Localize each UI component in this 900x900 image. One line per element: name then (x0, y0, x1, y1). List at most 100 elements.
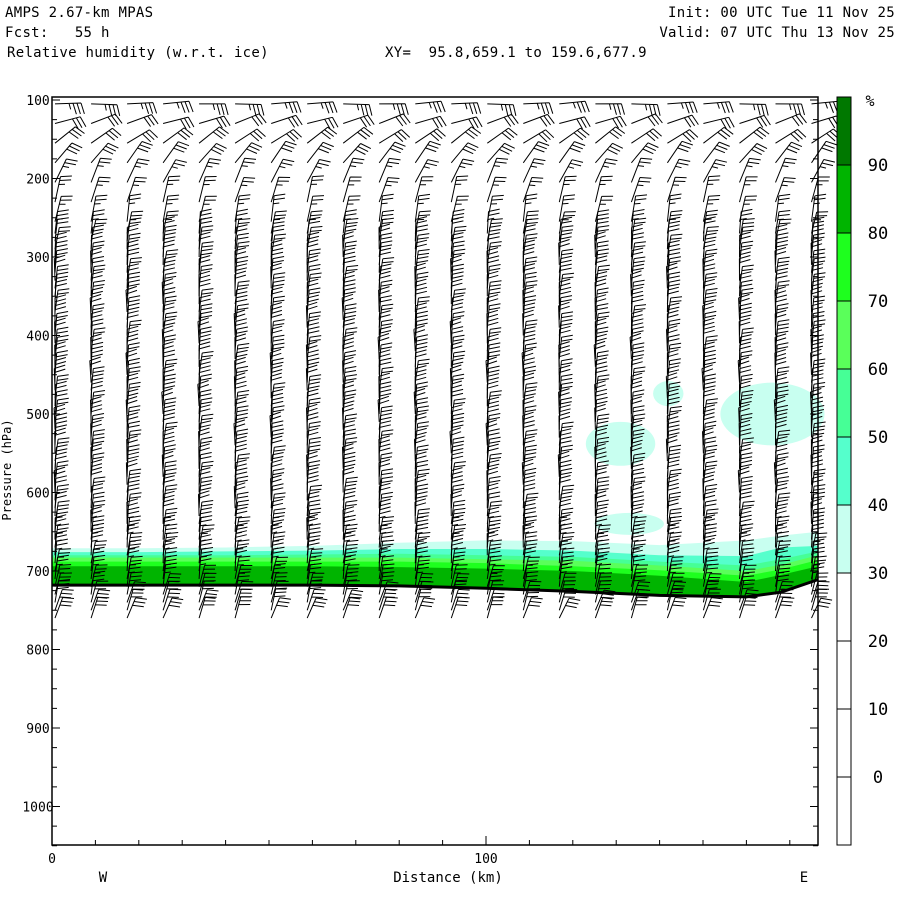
colorbar-label: 50 (868, 428, 888, 448)
wind-barb (342, 596, 362, 619)
wind-barb (234, 194, 251, 222)
wind-barb (306, 159, 331, 183)
wind-barb (270, 158, 295, 183)
wind-barb (630, 194, 648, 222)
colorbar-label: 30 (868, 564, 888, 584)
colorbar-label: 80 (868, 224, 888, 244)
wind-barb (198, 142, 227, 164)
y-axis-label: Pressure (hPa) (0, 419, 14, 520)
wind-barb (775, 141, 803, 164)
wind-barb (162, 116, 195, 130)
wind-barb (343, 114, 375, 128)
barb-column (341, 103, 375, 619)
colorbar-label: 0 (873, 768, 883, 788)
wind-barb (378, 588, 398, 611)
x-tick-label: 100 (474, 852, 497, 867)
wind-barb (271, 114, 303, 128)
wind-barb (234, 177, 256, 203)
wind-barb (54, 195, 73, 222)
y-tick-label: 1000 (22, 801, 53, 816)
wind-barb (595, 115, 627, 129)
wind-barb (739, 195, 757, 222)
wind-barb (162, 127, 194, 144)
wind-barb (631, 128, 662, 144)
wind-barb (595, 126, 626, 144)
wind-barb (414, 342, 428, 367)
wind-barb (126, 158, 150, 183)
wind-barb (523, 102, 554, 115)
wind-barb (234, 113, 267, 127)
barb-column (665, 101, 699, 619)
wind-barb (342, 157, 365, 183)
x-tick-label: 0 (48, 852, 56, 867)
wind-barb (307, 116, 339, 130)
wind-barb (306, 397, 321, 422)
colorbar-segment (836, 164, 852, 234)
wind-barb (234, 128, 266, 144)
wind-barb (559, 127, 590, 144)
wind-barb (162, 175, 181, 203)
wind-barb (90, 194, 108, 222)
wind-barb (162, 159, 187, 183)
wind-barb (90, 596, 110, 619)
wind-barb (90, 390, 106, 415)
wind-barb (667, 114, 699, 128)
colorbar-segment (836, 708, 852, 778)
wind-barb (739, 596, 758, 619)
wind-barb (559, 100, 590, 113)
colorbar-label: 70 (868, 292, 888, 312)
wind-barb (307, 101, 338, 114)
wind-barb (54, 116, 87, 129)
wind-barb (90, 491, 105, 517)
wind-barb (342, 589, 364, 611)
wind-barb (739, 126, 770, 144)
y-tick-label: 900 (26, 722, 49, 737)
wind-barb (487, 103, 517, 117)
wind-barb (522, 193, 538, 222)
colorbar-segment (836, 232, 852, 302)
colorbar-segment (836, 504, 852, 574)
barb-column (377, 103, 411, 619)
y-tick-label: 300 (26, 251, 49, 266)
wind-barb (558, 404, 571, 430)
barb-column (557, 100, 591, 619)
wind-barb (234, 142, 263, 164)
wind-barb (666, 597, 687, 619)
wind-barb (54, 589, 74, 611)
wind-barb (594, 175, 613, 203)
wind-barb (198, 596, 217, 619)
wind-barb (54, 102, 85, 115)
wind-barb (415, 100, 446, 113)
colorbar-segment (836, 640, 852, 710)
wind-barb (378, 141, 406, 164)
barb-column (53, 102, 87, 619)
wind-barb (415, 115, 447, 129)
barb-column (269, 101, 303, 619)
wind-barb (54, 175, 72, 203)
wind-barb (630, 177, 652, 203)
y-tick-label: 600 (26, 487, 49, 502)
wind-barb (486, 142, 515, 164)
wind-barb (126, 114, 159, 127)
colorbar: 0 10 20 30 40 50 60 70 80 90% (836, 92, 888, 846)
wind-barb (451, 102, 482, 115)
east-label: E (800, 870, 808, 886)
wind-barb (54, 597, 75, 619)
wind-barb (198, 176, 217, 203)
y-tick-label: 400 (26, 330, 49, 345)
wind-barb (378, 429, 394, 454)
wind-barb (342, 176, 362, 203)
wind-barbs (53, 100, 843, 619)
colorbar-unit: % (865, 92, 874, 110)
wind-barb (342, 143, 372, 164)
colorbar-segment (836, 436, 852, 506)
wind-barb (739, 157, 761, 183)
wind-barb (270, 597, 291, 619)
wind-barb (414, 159, 439, 183)
colorbar-segment (836, 96, 852, 166)
y-tick-label: 200 (26, 173, 49, 188)
barb-column (161, 100, 195, 619)
colorbar-label: 40 (868, 496, 888, 516)
colorbar-segment (836, 572, 852, 642)
wind-barb (523, 113, 555, 127)
